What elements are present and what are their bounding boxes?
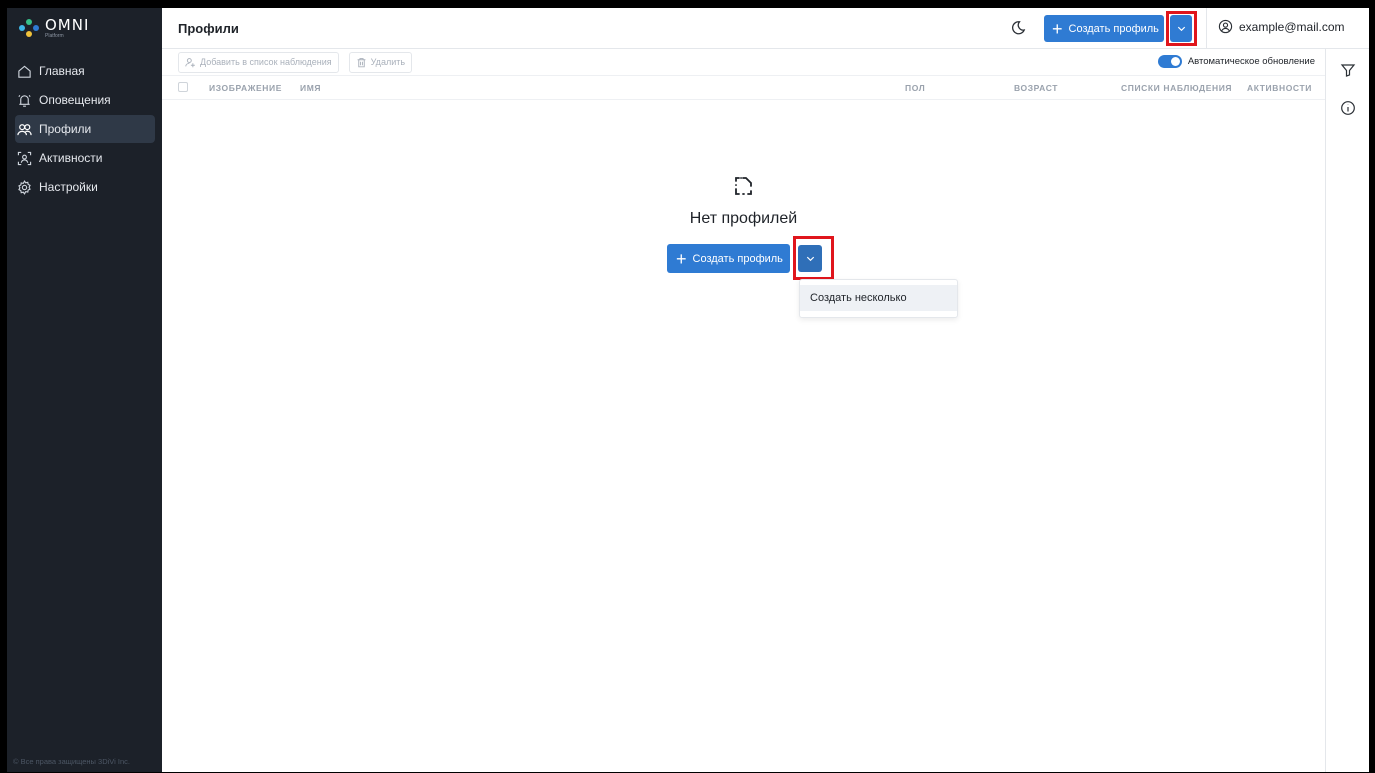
page-title: Профили bbox=[178, 20, 239, 36]
bell-icon bbox=[15, 91, 33, 109]
create-profile-button-empty[interactable]: + Создать профиль bbox=[667, 244, 790, 273]
empty-title: Нет профилей bbox=[689, 210, 798, 227]
delete-label: Удалить bbox=[370, 57, 406, 67]
trash-icon bbox=[357, 57, 366, 67]
logo-icon bbox=[19, 19, 41, 37]
column-header-age[interactable]: ВОЗРАСТ bbox=[1014, 83, 1058, 93]
face-scan-icon bbox=[15, 149, 33, 167]
create-profile-label: Создать профиль bbox=[692, 252, 783, 265]
user-email: example@mail.com bbox=[1239, 19, 1345, 34]
sidebar-item-home[interactable]: Главная bbox=[15, 57, 155, 85]
column-header-activities[interactable]: АКТИВНОСТИ bbox=[1247, 83, 1312, 93]
table-header: ИЗОБРАЖЕНИЕ ИМЯ ПОЛ ВОЗРАСТ СПИСКИ НАБЛЮ… bbox=[162, 76, 1325, 100]
sidebar-item-activities[interactable]: Активности bbox=[15, 144, 155, 172]
auto-update-toggle[interactable] bbox=[1157, 55, 1182, 68]
sidebar-item-label: Настройки bbox=[39, 180, 98, 194]
empty-state: Нет профилей bbox=[162, 174, 1325, 238]
create-profile-label: Создать профиль bbox=[1068, 22, 1159, 35]
divider bbox=[1206, 8, 1207, 49]
logo-subtext: Platform bbox=[45, 32, 64, 39]
user-menu[interactable]: example@mail.com bbox=[1218, 19, 1345, 34]
plus-icon: + bbox=[676, 248, 687, 269]
create-dropdown-menu: Создать несколько bbox=[799, 279, 958, 318]
empty-file-icon bbox=[734, 177, 752, 195]
delete-button[interactable]: Удалить bbox=[348, 51, 413, 73]
sidebar-item-alerts[interactable]: Оповещения bbox=[15, 86, 155, 114]
sidebar-item-profiles[interactable]: Профили bbox=[15, 115, 155, 143]
right-panel bbox=[1325, 49, 1369, 772]
plus-icon: + bbox=[1052, 18, 1063, 39]
column-header-image[interactable]: ИЗОБРАЖЕНИЕ bbox=[209, 83, 282, 93]
logo-text: OMNI bbox=[45, 15, 90, 34]
home-icon bbox=[15, 62, 33, 80]
add-user-icon bbox=[185, 57, 195, 67]
sidebar-item-label: Активности bbox=[39, 151, 103, 165]
toolbar: Добавить в список наблюдения Удалить Авт… bbox=[162, 49, 1325, 76]
sidebar-nav: Главная Оповещения Профили Активности На… bbox=[7, 57, 162, 201]
content-wrap: Добавить в список наблюдения Удалить Авт… bbox=[162, 49, 1369, 772]
auto-update-label: Автоматическое обновление bbox=[1187, 56, 1315, 67]
users-icon bbox=[15, 120, 33, 138]
column-header-name[interactable]: ИМЯ bbox=[300, 83, 321, 93]
user-circle-icon bbox=[1218, 19, 1233, 34]
logo[interactable]: OMNI Platform bbox=[7, 8, 162, 48]
column-header-gender[interactable]: ПОЛ bbox=[905, 83, 925, 93]
sidebar-item-label: Главная bbox=[39, 64, 85, 78]
sidebar: OMNI Platform Главная Оповещения Профили… bbox=[7, 8, 162, 772]
info-icon[interactable] bbox=[1340, 100, 1356, 116]
sidebar-item-settings[interactable]: Настройки bbox=[15, 173, 155, 201]
add-to-watchlist-button[interactable]: Добавить в список наблюдения bbox=[178, 51, 339, 73]
top-bar: Профили + Создать профиль example@mail.c… bbox=[162, 8, 1369, 49]
column-header-watchlists[interactable]: СПИСКИ НАБЛЮДЕНИЯ bbox=[1121, 83, 1232, 93]
create-profile-button[interactable]: + Создать профиль bbox=[1044, 15, 1164, 42]
highlight-box bbox=[1166, 11, 1197, 46]
sidebar-item-label: Профили bbox=[39, 122, 92, 136]
app-window: OMNI Platform Главная Оповещения Профили… bbox=[7, 8, 1369, 772]
main-area: Профили + Создать профиль example@mail.c… bbox=[162, 8, 1369, 772]
moon-icon[interactable] bbox=[1010, 20, 1026, 36]
menu-item-create-multiple[interactable]: Создать несколько bbox=[800, 285, 957, 311]
highlight-box bbox=[793, 236, 834, 280]
add-to-watchlist-label: Добавить в список наблюдения bbox=[200, 57, 332, 67]
copyright-footer: © Все права защищены 3DiVi Inc. bbox=[13, 757, 130, 766]
filter-icon[interactable] bbox=[1340, 62, 1356, 78]
select-all-checkbox[interactable] bbox=[178, 82, 188, 92]
profiles-content: Добавить в список наблюдения Удалить Авт… bbox=[162, 49, 1325, 772]
gear-icon bbox=[15, 178, 33, 196]
sidebar-item-label: Оповещения bbox=[39, 93, 111, 107]
auto-update-control: Автоматическое обновление bbox=[1157, 55, 1315, 68]
